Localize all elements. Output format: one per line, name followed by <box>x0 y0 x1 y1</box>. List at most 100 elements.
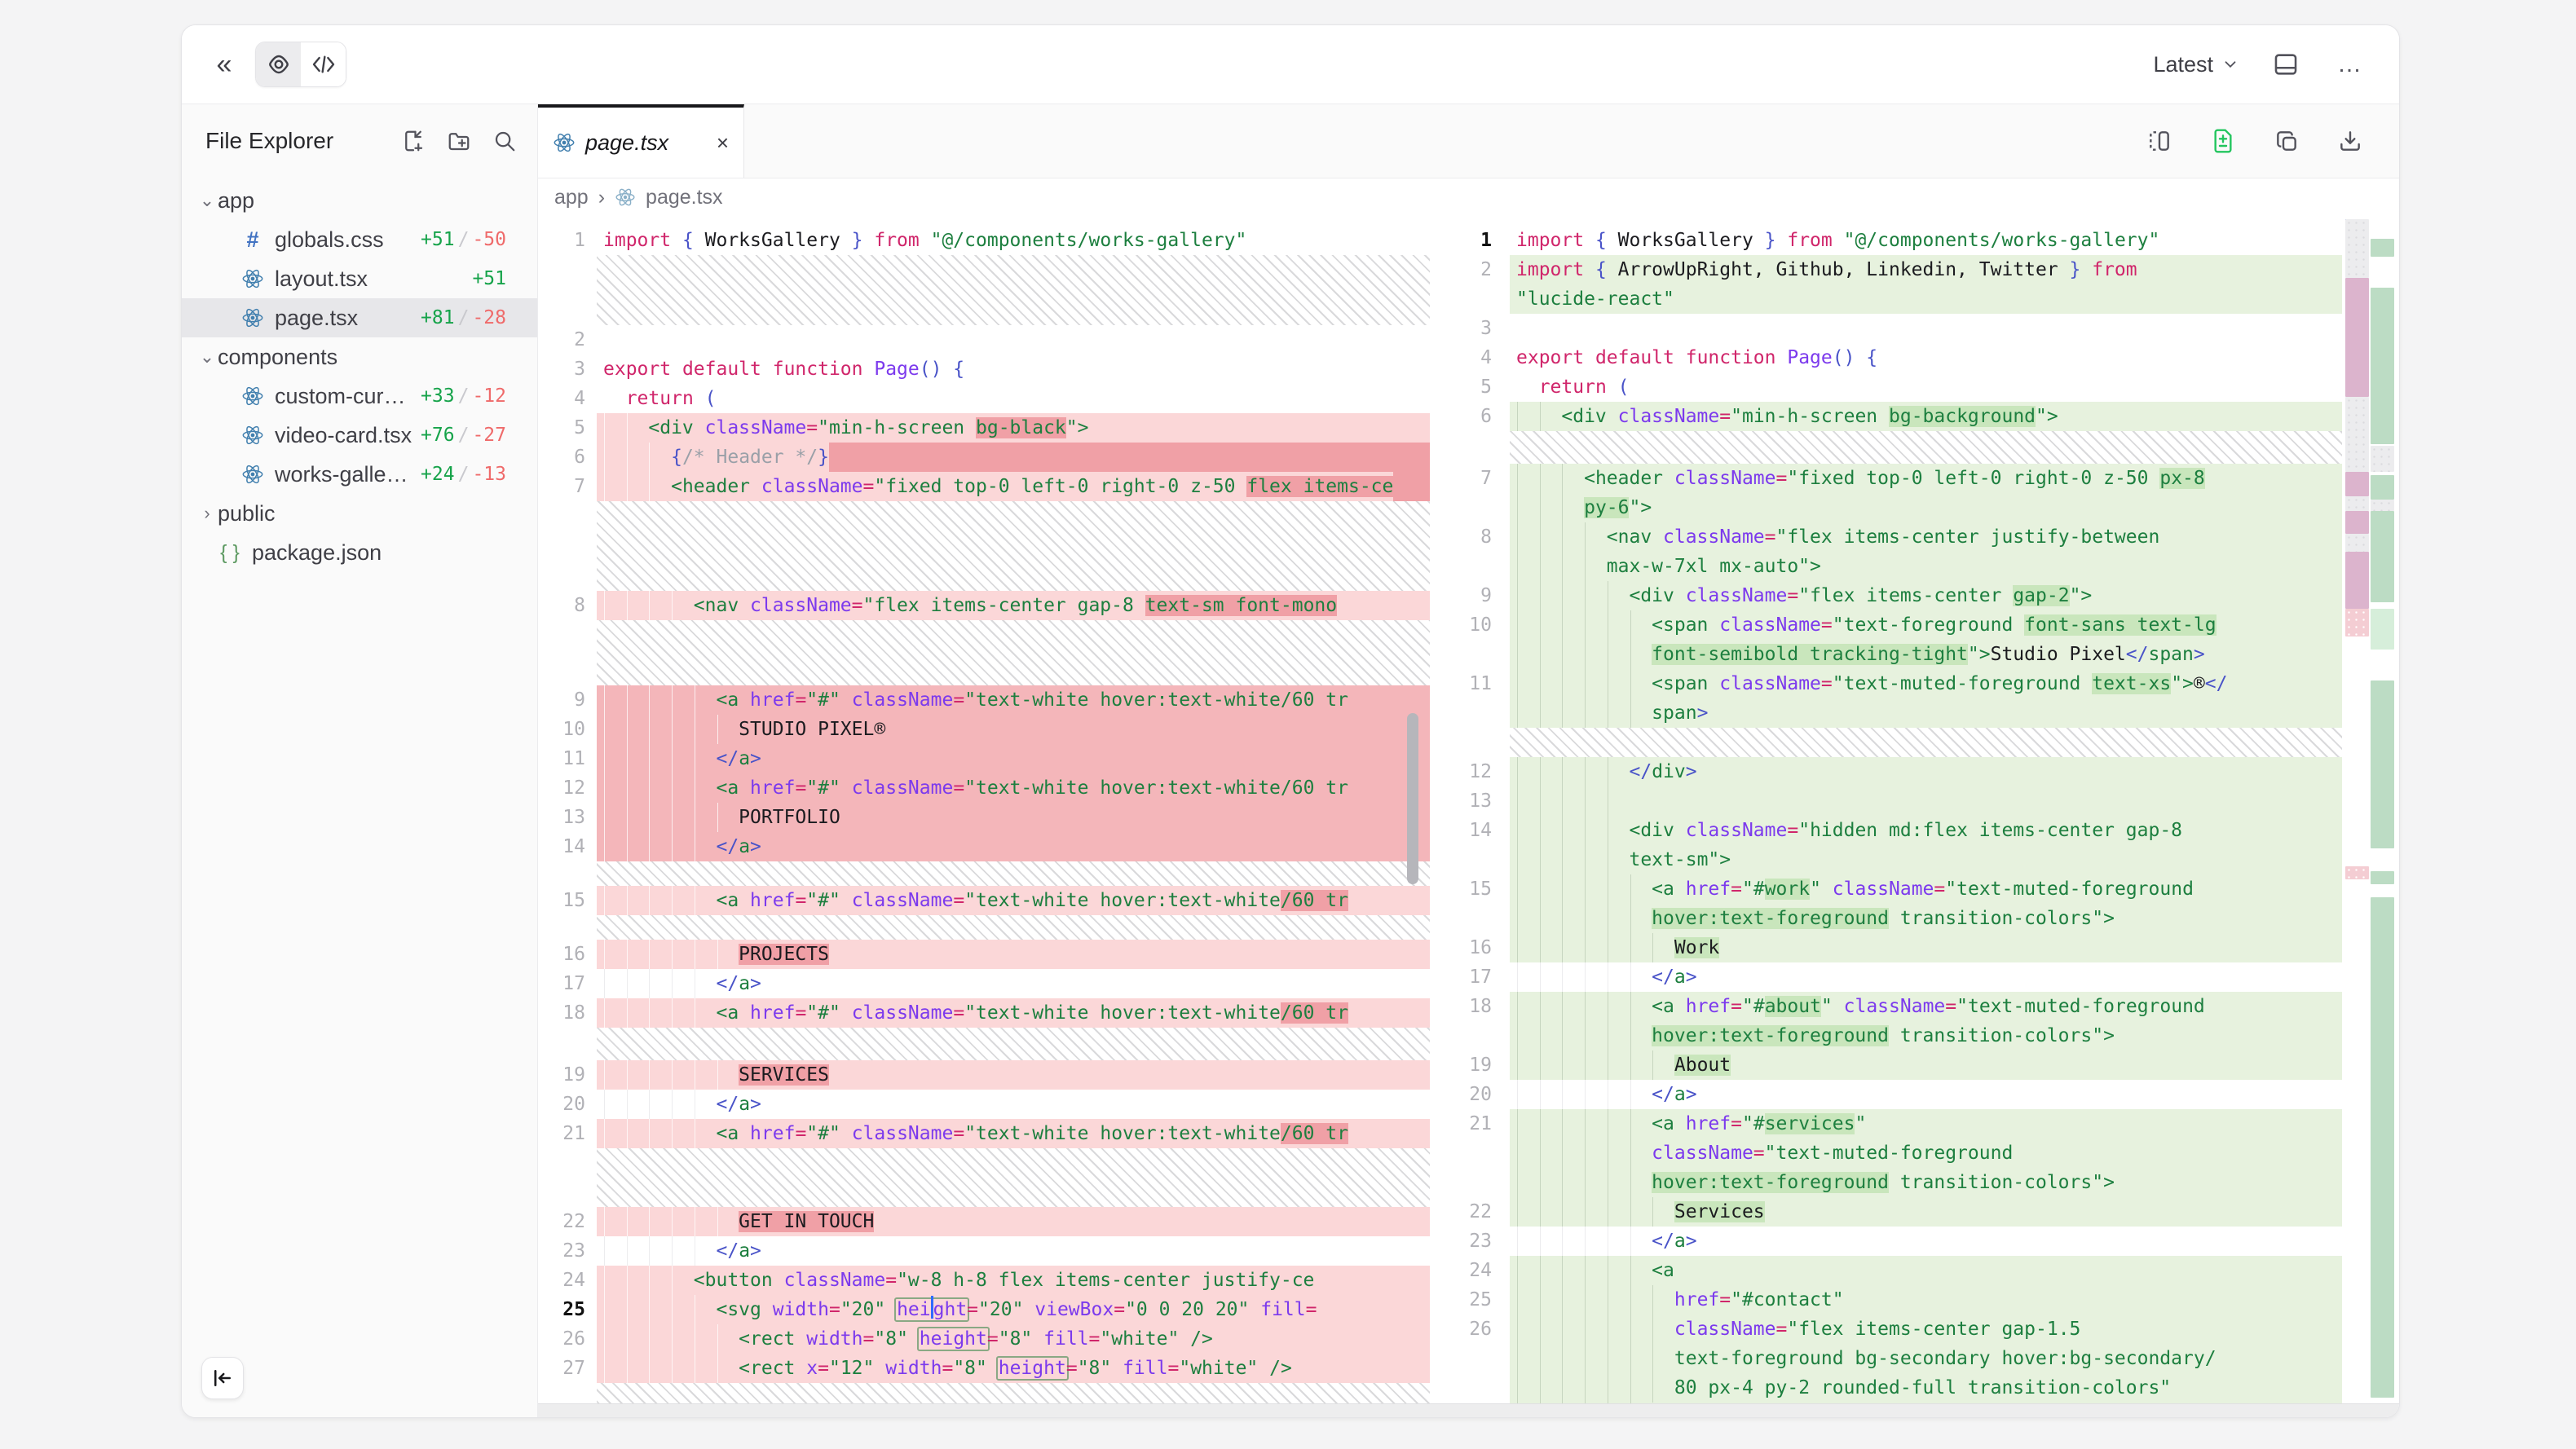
collapsed-unchanged-region[interactable] <box>538 915 1430 940</box>
sidebar-file-page-tsx[interactable]: page.tsx+81/-28 <box>182 298 537 337</box>
react-icon <box>240 423 265 447</box>
code-toggle-button[interactable] <box>301 42 346 86</box>
collapsed-unchanged-region[interactable] <box>1430 431 2342 464</box>
diff-pane-new[interactable]: 1import { WorksGallery } from "@/compone… <box>1430 216 2399 1403</box>
collapsed-unchanged-region[interactable] <box>538 620 1430 685</box>
split-view-icon <box>2146 128 2172 154</box>
more-options-button[interactable]: … <box>2332 50 2370 79</box>
collapsed-unchanged-region[interactable] <box>538 1148 1430 1207</box>
version-selector[interactable]: Latest <box>2153 52 2239 77</box>
line-number: 7 <box>538 472 597 501</box>
split-view-button[interactable] <box>2142 127 2177 155</box>
tab-bar: page.tsx × <box>538 104 2399 178</box>
file-label: custom-curs… <box>275 384 412 409</box>
diff-line-20: 20 </a> <box>1430 1080 2342 1109</box>
horizontal-scrollbar[interactable] <box>538 1403 2399 1417</box>
minimap[interactable] <box>2345 219 2394 1397</box>
diff-line-6: 6 {/* Header */} <box>538 443 1430 472</box>
panel-bottom-button[interactable] <box>2267 50 2305 79</box>
minimap-block <box>2371 288 2394 444</box>
version-label: Latest <box>2153 52 2213 77</box>
sidebar-folder-components[interactable]: ⌄components <box>182 337 537 377</box>
diff-line-6: 6 <div className="min-h-screen bg-backgr… <box>1430 402 2342 431</box>
collapsed-unchanged-region[interactable] <box>1430 728 2342 757</box>
diff-line-25: 25 <svg width="20" height="20" viewBox="… <box>538 1295 1430 1324</box>
diff-line-8: 8 <nav className="flex items-center just… <box>1430 522 2342 581</box>
line-number: 13 <box>1430 786 1510 816</box>
diff-line-9: 9 <div className="flex items-center gap-… <box>1430 581 2342 610</box>
sidebar-file-custom-curs-[interactable]: custom-curs…+33/-12 <box>182 377 537 416</box>
diff-line-23: 23 </a> <box>1430 1227 2342 1256</box>
breadcrumb-folder[interactable]: app <box>554 186 589 209</box>
collapsed-unchanged-region[interactable] <box>538 501 1430 591</box>
line-number: 2 <box>538 325 597 355</box>
sidebar-file-works-galler-[interactable]: works-galler…+24/-13 <box>182 455 537 494</box>
new-file-icon <box>401 129 426 153</box>
vertical-scrollbar[interactable] <box>1407 713 1418 884</box>
diff-viewer-window: « Latest <box>181 24 2400 1418</box>
new-file-button[interactable] <box>399 126 428 156</box>
line-number: 19 <box>1430 1050 1510 1080</box>
collapse-to-start-button[interactable] <box>201 1357 244 1399</box>
editor-area: page.tsx × <box>538 104 2399 1417</box>
sidebar-file-globals-css[interactable]: #globals.css+51/-50 <box>182 220 537 259</box>
sidebar-file-layout-tsx[interactable]: layout.tsx+51 <box>182 259 537 298</box>
text-cursor <box>931 1296 933 1319</box>
diff-line-8: 8 <nav className="flex items-center gap-… <box>538 591 1430 620</box>
sidebar-file-package-json[interactable]: { }package.json <box>182 533 537 572</box>
line-number: 23 <box>1430 1227 1510 1256</box>
search-icon <box>492 129 517 153</box>
diff-pane-old[interactable]: 1import { WorksGallery } from "@/compone… <box>538 216 1430 1403</box>
line-number: 4 <box>1430 343 1510 372</box>
diff-line-18: 18 <a href="#" className="text-white hov… <box>538 998 1430 1028</box>
diff-line-5: 5 <div className="min-h-screen bg-black"… <box>538 413 1430 443</box>
diff-line-25: 25 href="#contact" <box>1430 1285 2342 1315</box>
sidebar-folder-public[interactable]: ›public <box>182 494 537 533</box>
diff-stats-badge: +81/-28 <box>421 307 506 328</box>
preview-toggle-button[interactable] <box>256 42 301 86</box>
diff-line-17: 17 </a> <box>1430 962 2342 992</box>
file-label: video-card.tsx <box>275 423 412 448</box>
breadcrumb-file[interactable]: page.tsx <box>646 186 723 209</box>
line-number: 23 <box>538 1236 597 1266</box>
new-folder-button[interactable] <box>444 126 474 156</box>
sidebar-file-video-card-tsx[interactable]: video-card.tsx+76/-27 <box>182 416 537 455</box>
collapsed-unchanged-region[interactable] <box>538 255 1430 325</box>
tab-label: page.tsx <box>585 130 668 156</box>
sidebar-folder-app[interactable]: ⌄app <box>182 181 537 220</box>
eye-icon <box>266 51 292 77</box>
file-explorer-title: File Explorer <box>205 128 333 154</box>
diff-line-15: 15 <a href="#" className="text-white hov… <box>538 886 1430 915</box>
line-number: 24 <box>1430 1256 1510 1285</box>
download-button[interactable] <box>2332 127 2368 155</box>
diff-line-7: 7 <header className="fixed top-0 left-0 … <box>538 472 1430 501</box>
diff-line-10: 10 <span className="text-foreground font… <box>1430 610 2342 669</box>
collapsed-unchanged-region[interactable] <box>538 861 1430 886</box>
line-number: 3 <box>1430 314 1510 343</box>
minimap-block <box>2345 866 2369 879</box>
line-number: 1 <box>1430 226 1510 255</box>
line-number: 1 <box>538 226 597 255</box>
minimap-block <box>2345 278 2369 397</box>
collapsed-unchanged-region[interactable] <box>538 1028 1430 1060</box>
line-number: 15 <box>1430 874 1510 933</box>
diff-line-18: 18 <a href="#about" className="text-mute… <box>1430 992 2342 1050</box>
diff-line-27: 27 <rect x="12" width="8" height="8" fil… <box>538 1354 1430 1383</box>
chevron-right-icon: › <box>196 503 218 524</box>
react-icon <box>240 462 265 487</box>
diff-view-button[interactable] <box>2205 127 2241 155</box>
collapse-panel-button[interactable]: « <box>206 46 242 82</box>
line-number: 3 <box>538 355 597 384</box>
copy-button[interactable] <box>2269 127 2305 155</box>
diff-line-12: 12 <a href="#" className="text-white hov… <box>538 773 1430 803</box>
line-number: 16 <box>538 940 597 969</box>
diff-line-17: 17 </a> <box>538 969 1430 998</box>
tab-close-icon[interactable]: × <box>717 130 729 156</box>
file-label: components <box>218 345 537 370</box>
collapsed-unchanged-region[interactable] <box>538 1383 1430 1403</box>
line-number: 19 <box>538 1060 597 1090</box>
search-files-button[interactable] <box>490 126 519 156</box>
line-number: 12 <box>1430 757 1510 786</box>
minimap-block <box>2345 511 2369 534</box>
tab-page-tsx[interactable]: page.tsx × <box>538 104 744 178</box>
